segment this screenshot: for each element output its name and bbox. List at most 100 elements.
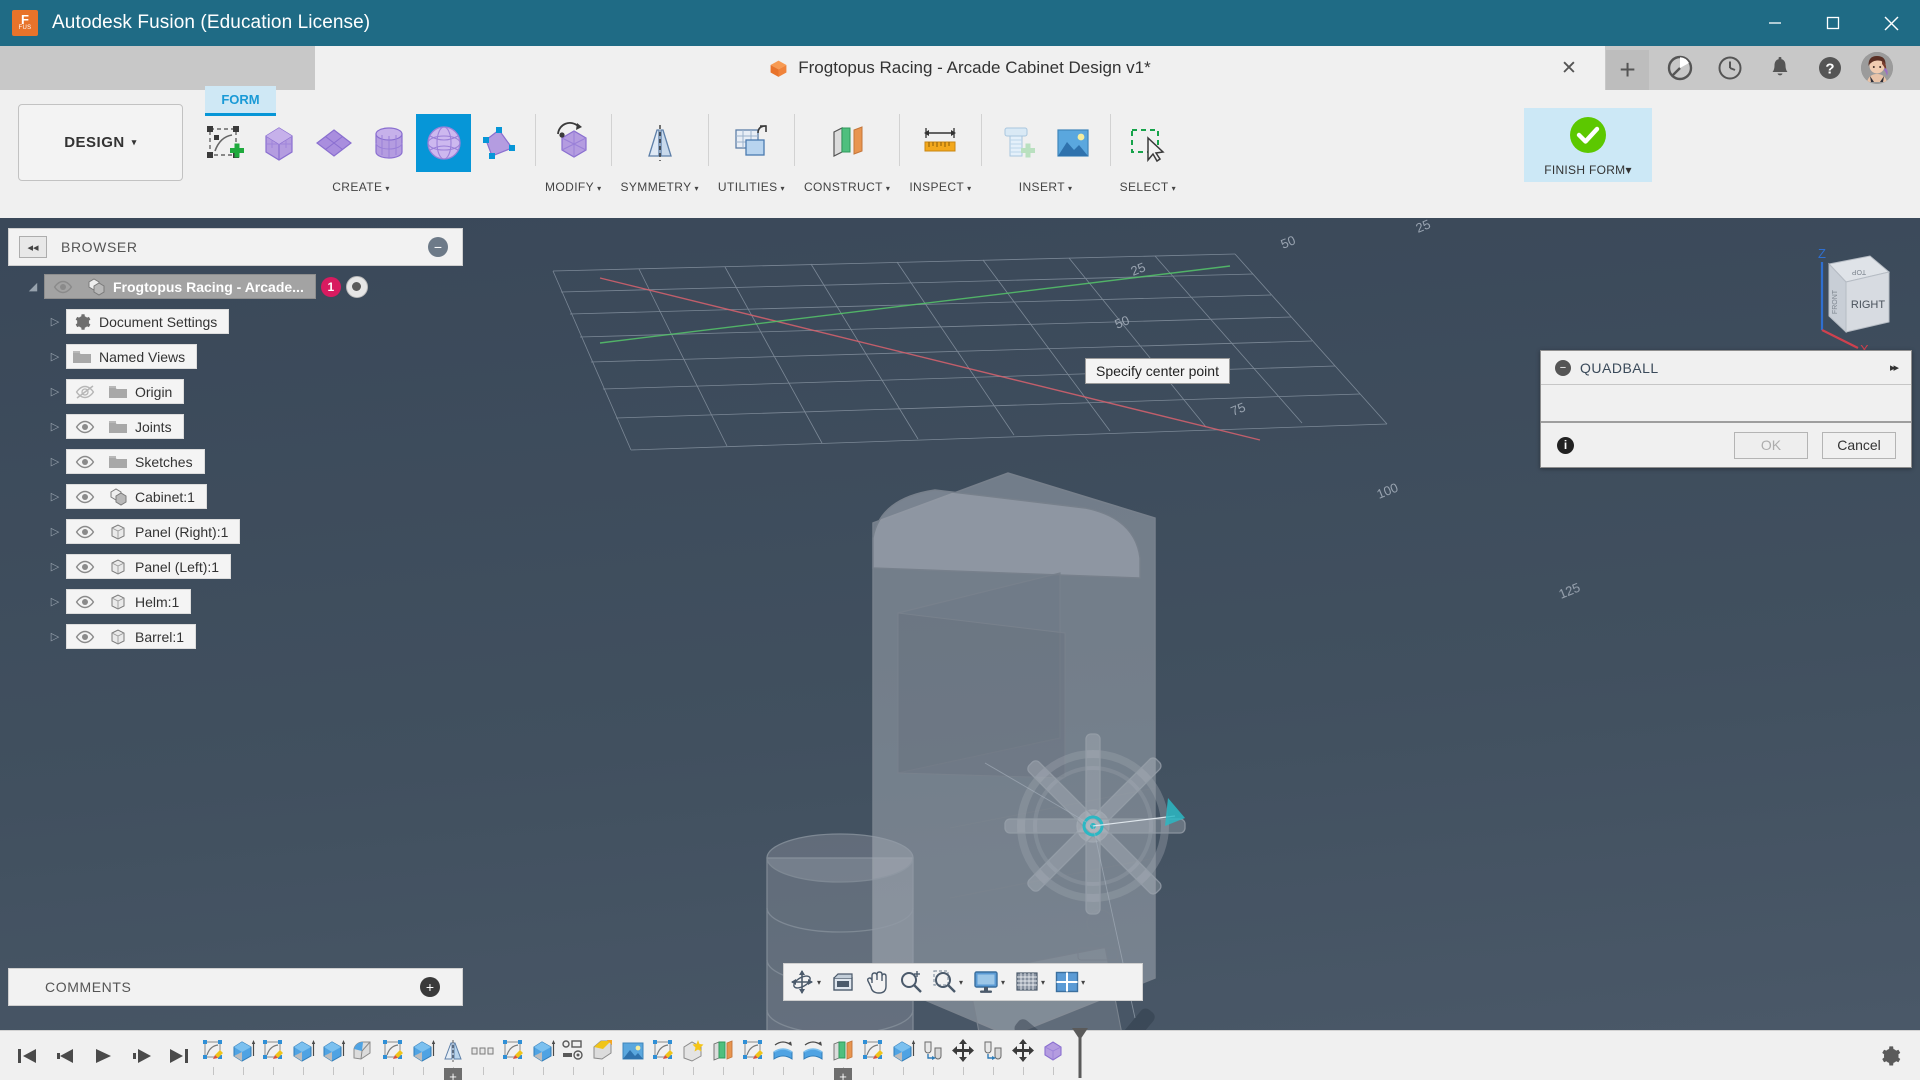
step-back-button[interactable] [46,1036,84,1076]
help-icon[interactable]: ? [1805,46,1855,90]
expand-arrow-icon[interactable]: ▷ [44,560,66,573]
timeline-feature-form[interactable] [1038,1034,1068,1075]
insert-mcmaster-tool[interactable] [991,114,1046,172]
browser-item-joints[interactable]: ▷ Joints [8,412,463,441]
timeline-feature-revolve[interactable] [768,1034,798,1075]
expand-arrow-icon[interactable]: ▷ [44,595,66,608]
browser-item-document-settings[interactable]: ▷ Document Settings [8,307,463,336]
select-tool[interactable] [1120,114,1175,172]
step-forward-button[interactable] [122,1036,160,1076]
timeline-feature-sketch[interactable] [258,1034,288,1075]
timeline-feature-sketch[interactable] [198,1034,228,1075]
cylinder-tool[interactable] [361,114,416,172]
grid-snaps-icon[interactable]: ▾ [1010,965,1050,999]
display-settings-caret-icon[interactable]: ▾ [1001,978,1005,987]
browser-item-panel-right-1[interactable]: ▷ Panel (Right):1 [8,517,463,546]
browser-item-row[interactable]: Helm:1 [66,589,192,614]
measure-tool[interactable] [913,114,968,172]
visibility-on-icon[interactable] [67,415,103,438]
orbit-icon[interactable]: ▾ [784,965,826,999]
timeline-feature-extrude[interactable] [318,1034,348,1075]
create-sketch-tool[interactable] [196,114,251,172]
insert-canvas-tool[interactable] [1046,114,1101,172]
timeline-feature-extrude[interactable] [288,1034,318,1075]
collapse-dialog-icon[interactable]: − [1555,359,1571,376]
jump-end-button[interactable] [160,1036,198,1076]
timeline-playhead[interactable] [1072,1027,1088,1078]
viewport-layout-caret-icon[interactable]: ▾ [1081,978,1085,987]
comments-panel[interactable]: COMMENTS + [8,968,463,1006]
timeline-feature-extrude[interactable] [888,1034,918,1075]
timeline-feature-sketch[interactable] [648,1034,678,1075]
visibility-off-icon[interactable] [67,380,103,403]
account-avatar[interactable] [1861,52,1893,84]
add-comment-button[interactable]: + [420,977,440,997]
timeline-feature-pattern[interactable] [468,1034,498,1075]
timeline-feature-move[interactable] [1008,1034,1038,1075]
browser-item-row[interactable]: Named Views [66,344,198,369]
timeline-feature-sketch[interactable] [858,1034,888,1075]
browser-item-row[interactable]: Sketches [66,449,205,474]
timeline-feature-sketch[interactable] [498,1034,528,1075]
mirror-internal-tool[interactable] [632,114,687,172]
browser-item-row[interactable]: Frogtopus Racing - Arcade... [44,274,316,299]
timeline-feature-decal[interactable] [678,1034,708,1075]
face-tool[interactable] [471,114,526,172]
timeline-group-marker[interactable]: + [444,1067,462,1080]
dialog-info-icon[interactable]: i [1557,436,1574,454]
jump-start-button[interactable] [8,1036,46,1076]
browser-item-frogtopus-racing-arcade[interactable]: ◢ Frogtopus Racing - Arcade... 1 [8,272,463,301]
timeline-feature-copy[interactable] [918,1034,948,1075]
browser-item-cabinet-1[interactable]: ▷ Cabinet:1 [8,482,463,511]
timeline-feature-fillet[interactable] [348,1034,378,1075]
expand-dialog-icon[interactable]: ▸▸ [1890,361,1899,374]
cancel-button[interactable]: Cancel [1822,431,1896,459]
visibility-on-icon[interactable] [67,450,103,473]
browser-item-row[interactable]: Joints [66,414,184,439]
expand-arrow-icon[interactable]: ▷ [44,490,66,503]
extensions-icon[interactable] [1655,46,1705,90]
visibility-on-icon[interactable] [45,275,81,298]
visibility-on-icon[interactable] [67,485,103,508]
offset-plane-tool[interactable] [820,114,875,172]
browser-item-origin[interactable]: ▷ Origin [8,377,463,406]
recent-icon[interactable] [1705,46,1755,90]
visibility-on-icon[interactable] [67,555,103,578]
grid-snaps-caret-icon[interactable]: ▾ [1041,978,1045,987]
viewport-layout-icon[interactable]: ▾ [1050,965,1090,999]
close-document-button[interactable]: ✕ [1557,56,1581,80]
view-cube[interactable]: RIGHT TOP FRONT Z X [1784,236,1904,357]
timeline-feature-chamfer[interactable] [588,1034,618,1075]
timeline-feature-move[interactable] [948,1034,978,1075]
box-tool[interactable] [251,114,306,172]
finish-form-button[interactable]: FINISH FORM▾ [1524,108,1652,182]
timeline-feature-copy[interactable] [978,1034,1008,1075]
visibility-on-icon[interactable] [67,625,103,648]
minimize-button[interactable] [1746,0,1804,46]
workspace-switcher[interactable]: DESIGN ▾ [18,104,183,181]
browser-item-named-views[interactable]: ▷ Named Views [8,342,463,371]
browser-item-barrel-1[interactable]: ▷ Barrel:1 [8,622,463,651]
orbit-caret-icon[interactable]: ▾ [817,978,821,987]
browser-item-row[interactable]: Panel (Right):1 [66,519,241,544]
browser-item-badge[interactable]: 1 [320,276,341,297]
expand-arrow-icon[interactable]: ▷ [44,385,66,398]
browser-item-row[interactable]: Panel (Left):1 [66,554,232,579]
expanded-arrow-icon[interactable]: ◢ [22,280,44,293]
play-button[interactable] [84,1036,122,1076]
timeline-group-marker[interactable]: + [834,1067,852,1080]
browser-minimize-button[interactable]: − [428,237,448,257]
timeline-feature-joint[interactable] [558,1034,588,1075]
ok-button[interactable]: OK [1734,431,1808,459]
plane-tool[interactable] [306,114,361,172]
browser-item-helm-1[interactable]: ▷ Helm:1 [8,587,463,616]
visibility-on-icon[interactable] [67,520,103,543]
settings-gear-icon[interactable] [1878,1044,1902,1068]
browser-item-row[interactable]: Origin [66,379,185,404]
look-at-icon[interactable] [826,965,860,999]
timeline-feature-extrude[interactable] [528,1034,558,1075]
quadball-tool[interactable] [416,114,471,172]
browser-item-row[interactable]: Document Settings [66,309,230,334]
timeline-feature-extrude[interactable] [408,1034,438,1075]
new-tab-button[interactable]: + [1606,50,1649,90]
